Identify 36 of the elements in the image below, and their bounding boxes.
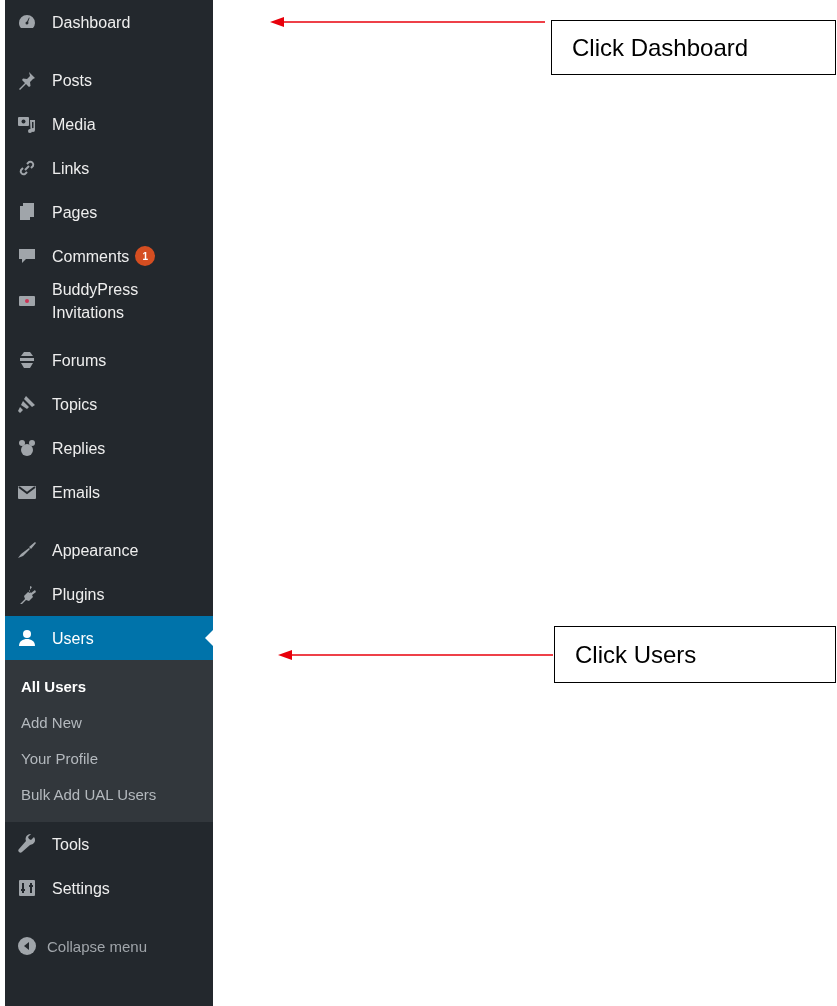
- menu-item[interactable]: Dashboard: [5, 0, 213, 44]
- menu-item[interactable]: Forums: [5, 338, 213, 382]
- hive-icon: [17, 350, 37, 370]
- submenu-item[interactable]: All Users: [5, 669, 213, 705]
- link-icon: [17, 158, 37, 178]
- sliders-icon: [17, 878, 37, 898]
- menu-item[interactable]: Topics: [5, 382, 213, 426]
- menu-item[interactable]: Plugins: [5, 572, 213, 616]
- menu-item[interactable]: Pages: [5, 190, 213, 234]
- menu-item[interactable]: Appearance: [5, 528, 213, 572]
- user-icon: [17, 628, 37, 648]
- menu-item[interactable]: Replies: [5, 426, 213, 470]
- wrench-icon: [17, 834, 37, 854]
- collapse-button[interactable]: Collapse menu: [5, 924, 213, 968]
- pages-icon: [17, 202, 37, 222]
- speech-bubble-icon: [17, 246, 37, 266]
- count-badge: 1: [135, 246, 156, 266]
- submenu-item[interactable]: Add New: [5, 705, 213, 741]
- menu-item[interactable]: Media: [5, 102, 213, 146]
- paintbrush-icon: [17, 540, 37, 560]
- menu-item[interactable]: Users: [5, 616, 213, 660]
- menu-item[interactable]: Settings: [5, 866, 213, 910]
- menu-item[interactable]: Posts: [5, 58, 213, 102]
- current-pointer: [205, 630, 213, 646]
- submenu-item[interactable]: Bulk Add UAL Users: [5, 777, 213, 813]
- menu-item[interactable]: Tools: [5, 822, 213, 866]
- submenu-item[interactable]: Your Profile: [5, 741, 213, 777]
- menu-item[interactable]: Links: [5, 146, 213, 190]
- media-icon: [17, 114, 37, 134]
- menu-item[interactable]: Comments 1: [5, 234, 213, 278]
- callout-label: Click Dashboard: [551, 20, 836, 75]
- pin-icon: [17, 70, 37, 90]
- callout-label: Click Users: [554, 626, 836, 683]
- menu-item[interactable]: Emails: [5, 470, 213, 514]
- menu-item[interactable]: BuddyPress Invitations: [5, 278, 213, 324]
- brush-icon: [17, 394, 37, 414]
